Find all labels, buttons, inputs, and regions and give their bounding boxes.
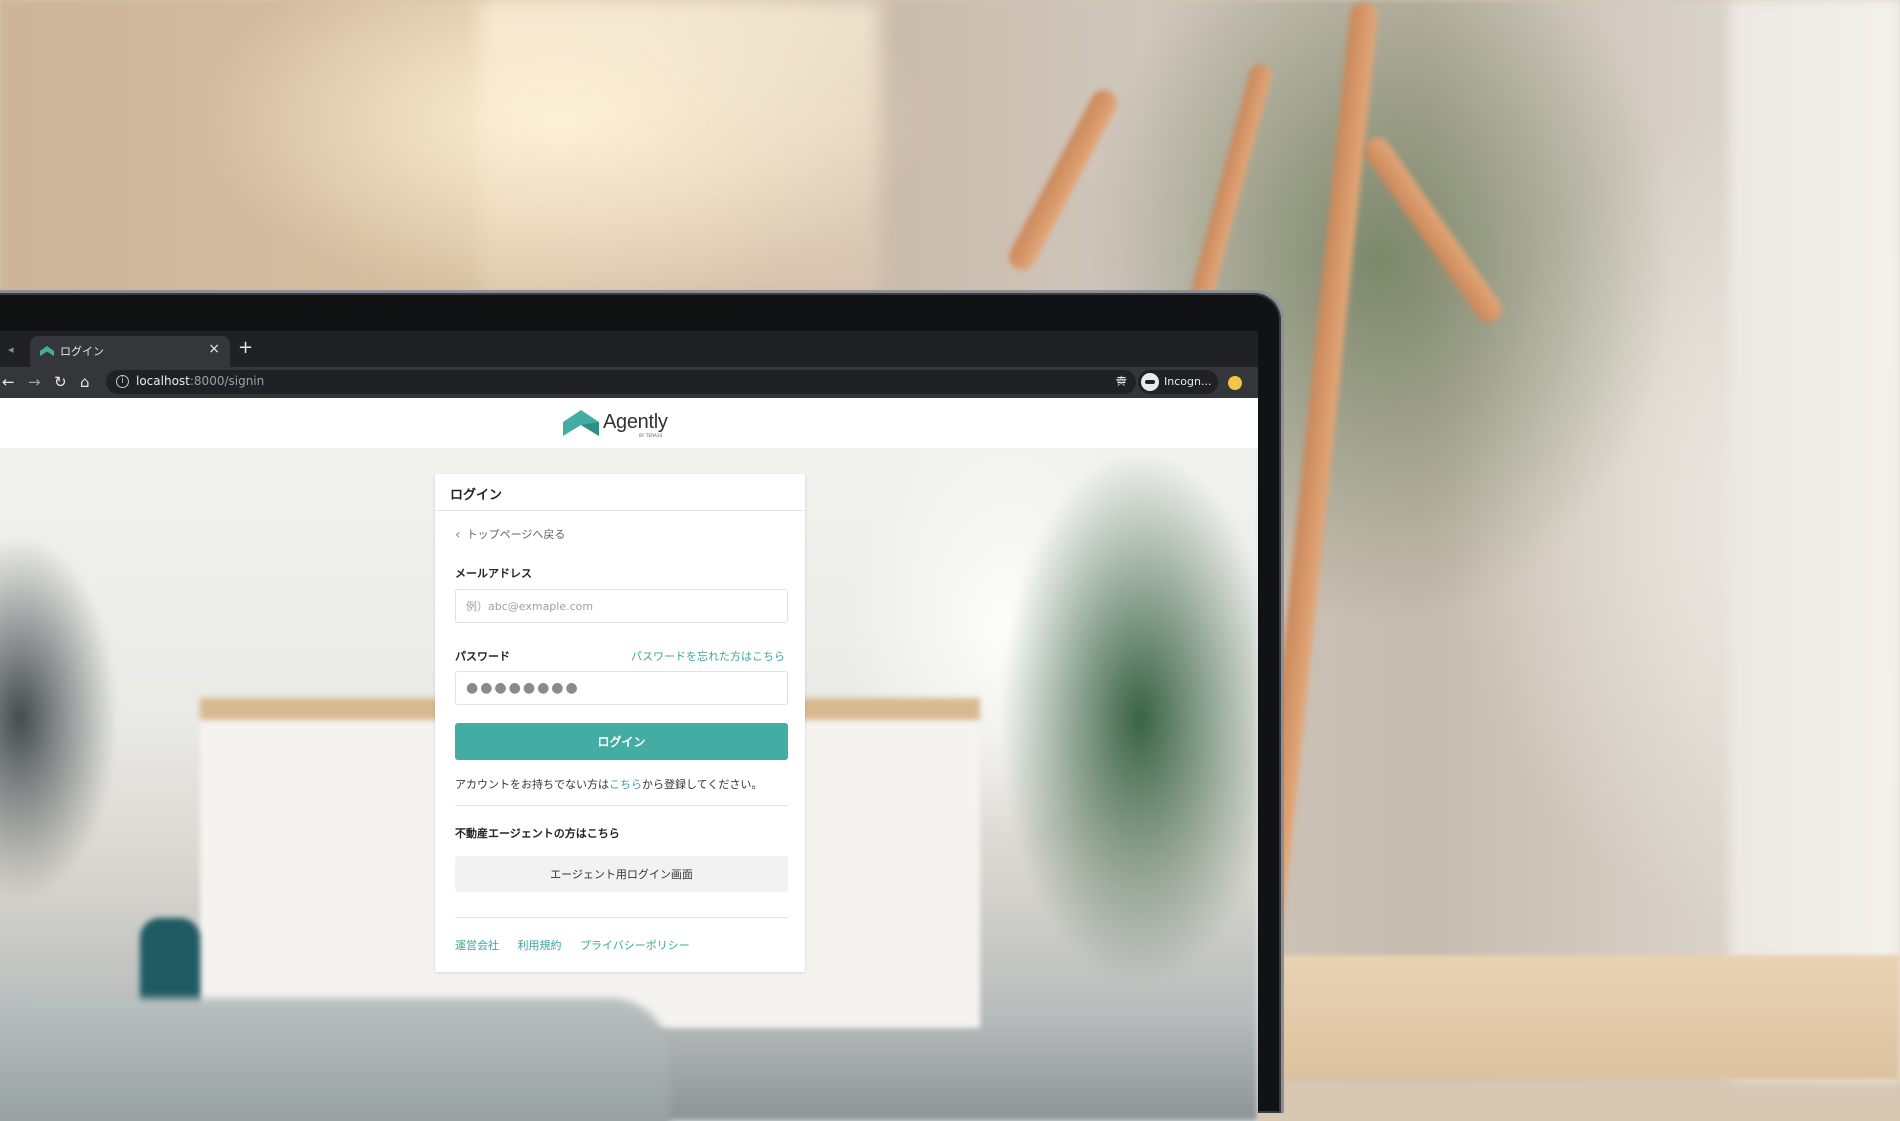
divider xyxy=(455,805,788,806)
tab-strip: ◂ ログイン × + xyxy=(0,331,1258,367)
home-icon[interactable]: ⌂ xyxy=(80,373,90,391)
incognito-label: Incogn... xyxy=(1164,375,1212,388)
reading-list-icon[interactable]: ≡ xyxy=(1116,373,1127,388)
register-link[interactable]: こちら xyxy=(609,778,642,791)
agently-favicon-icon xyxy=(40,346,54,356)
background-window xyxy=(480,0,880,300)
footer-link-privacy[interactable]: プライバシーポリシー xyxy=(580,939,690,952)
browser-window: ◂ ログイン × + ← → ↻ ⌂ i localhost:8000/sign… xyxy=(0,331,1258,1121)
background-table xyxy=(1280,955,1900,1080)
page-content: Agently BY TERASS ログイン ‹ トップページへ戻る メールアドレ… xyxy=(0,398,1258,1121)
back-link-label: トップページへ戻る xyxy=(466,528,566,541)
background-wall xyxy=(1730,0,1900,1080)
footer-link-terms[interactable]: 利用規約 xyxy=(518,939,562,952)
url-text: localhost:8000/signin xyxy=(136,374,264,388)
register-suffix: から登録してください。 xyxy=(642,778,763,791)
address-bar[interactable]: i localhost:8000/signin ☆ xyxy=(106,370,1136,394)
tab-title: ログイン xyxy=(60,345,104,358)
password-field[interactable] xyxy=(455,671,788,705)
password-label: パスワード xyxy=(455,650,510,663)
logo-wordmark: Agently xyxy=(603,411,668,433)
reload-icon[interactable]: ↻ xyxy=(54,373,67,391)
page-title: ログイン xyxy=(450,488,503,503)
laptop-frame: ◂ ログイン × + ← → ↻ ⌂ i localhost:8000/sign… xyxy=(0,290,1284,1121)
browser-toolbar: ← → ↻ ⌂ i localhost:8000/signin ☆ ≡ Inco… xyxy=(0,367,1258,398)
extension-icon[interactable] xyxy=(1228,376,1242,390)
footer-link-company[interactable]: 運営会社 xyxy=(455,939,499,952)
new-tab-icon[interactable]: + xyxy=(238,337,253,358)
chevron-left-icon: ‹ xyxy=(455,527,461,543)
tab-close-icon[interactable]: × xyxy=(208,341,220,357)
incognito-icon xyxy=(1141,373,1159,391)
forgot-password-link[interactable]: パスワードを忘れた方はこちら xyxy=(631,648,785,664)
card-header: ログイン xyxy=(435,474,805,511)
agent-section-title: 不動産エージェントの方はこちら xyxy=(455,827,620,840)
agent-login-button[interactable]: エージェント用ログイン画面 xyxy=(455,856,788,892)
email-field[interactable] xyxy=(455,589,788,623)
site-header: Agently BY TERASS xyxy=(0,398,1258,448)
agently-logo-icon xyxy=(563,410,599,436)
site-info-icon[interactable]: i xyxy=(116,375,129,388)
email-label: メールアドレス xyxy=(455,567,532,580)
url-host: localhost xyxy=(136,374,190,388)
login-button[interactable]: ログイン xyxy=(455,723,788,760)
footer-links: 運営会社 利用規約 プライバシーポリシー xyxy=(455,937,705,953)
back-arrow-icon[interactable]: ← xyxy=(2,373,15,391)
register-prefix: アカウントをお持ちでない方は xyxy=(455,778,609,791)
url-path: :8000/signin xyxy=(189,374,265,388)
back-to-top-link[interactable]: ‹ トップページへ戻る xyxy=(455,526,566,543)
register-prompt: アカウントをお持ちでない方はこちらから登録してください。 xyxy=(455,776,762,792)
divider xyxy=(455,917,788,918)
page-background-sofa xyxy=(0,998,670,1121)
logo-tagline: BY TERASS xyxy=(639,433,663,438)
tab-scroll-icon[interactable]: ◂ xyxy=(8,343,14,356)
incognito-profile-button[interactable]: Incogn... xyxy=(1138,370,1218,394)
agently-logo[interactable]: Agently BY TERASS xyxy=(563,408,703,440)
browser-tab[interactable]: ログイン × xyxy=(30,336,230,367)
login-card: ログイン ‹ トップページへ戻る メールアドレス パスワード パスワードを忘れた方… xyxy=(435,474,805,972)
forward-arrow-icon[interactable]: → xyxy=(28,373,41,391)
